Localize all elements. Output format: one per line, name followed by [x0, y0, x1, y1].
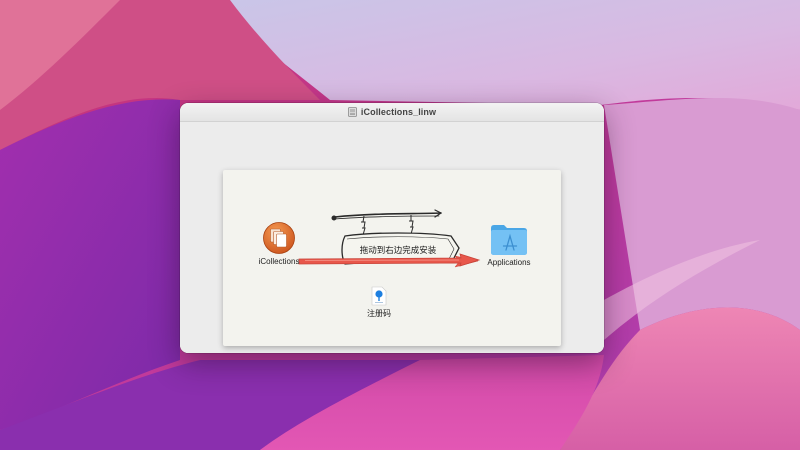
registration-code-file[interactable]: 注册码	[359, 286, 399, 319]
sign-chains	[361, 215, 414, 236]
icollections-label: iCollections	[258, 257, 300, 266]
document-pin-icon[interactable]	[371, 286, 387, 306]
icollections-app-icon[interactable]	[262, 221, 296, 255]
applications-folder[interactable]: Applications	[481, 222, 537, 267]
sign-rod	[331, 209, 442, 221]
finder-content-area: 拖动到右边完成安装 iCollections Applications 注册码	[180, 122, 604, 353]
window-title: iCollections_linw	[360, 107, 437, 117]
applications-label: Applications	[487, 258, 531, 267]
install-instruction-text: 拖动到右边完成安装	[359, 245, 437, 255]
icollections-app[interactable]: iCollections	[249, 221, 309, 266]
disk-image-icon	[347, 107, 357, 117]
title-wrap: iCollections_linw	[347, 107, 437, 117]
desktop: iCollections_linw 拖动到右边完成安装 iCollections…	[0, 0, 800, 450]
install-background-panel: 拖动到右边完成安装 iCollections Applications 注册码	[223, 170, 561, 346]
window-titlebar[interactable]: iCollections_linw	[180, 103, 604, 122]
dmg-finder-window: iCollections_linw 拖动到右边完成安装 iCollections…	[180, 103, 604, 353]
applications-folder-icon[interactable]	[489, 222, 529, 256]
registration-code-label: 注册码	[367, 309, 391, 318]
